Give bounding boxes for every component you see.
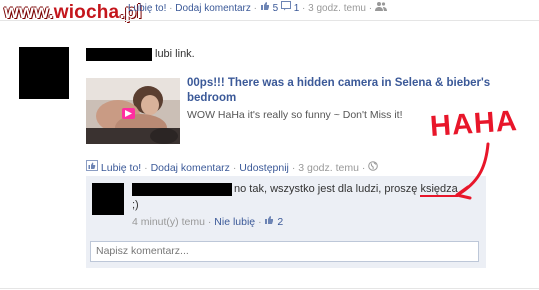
like-link[interactable]: Lubię to! bbox=[128, 3, 166, 14]
redacted-commenter-name[interactable] bbox=[132, 183, 232, 196]
comment-avatar[interactable] bbox=[92, 183, 124, 215]
like-box-icon bbox=[86, 160, 101, 174]
divider bbox=[0, 288, 539, 289]
comment-input[interactable]: Napisz komentarz... bbox=[90, 241, 479, 262]
comment-time[interactable]: 4 minut(y) temu bbox=[132, 216, 205, 228]
activity-text: lubi link. bbox=[155, 48, 195, 60]
annotation-haha: HAHA bbox=[428, 104, 519, 144]
comments-count[interactable]: 1 bbox=[294, 3, 300, 14]
avatar[interactable] bbox=[19, 47, 69, 99]
comment-text-line2: ;) bbox=[132, 199, 139, 211]
add-comment-button[interactable]: Dodaj komentarz bbox=[151, 162, 230, 174]
globe-icon bbox=[368, 161, 379, 174]
unlike-button[interactable]: Nie lubię bbox=[214, 216, 255, 228]
likes-count[interactable]: 5 bbox=[273, 3, 279, 14]
previous-post-footer: www.wiocha.pl Lubię to! · Dodaj komentar… bbox=[0, 0, 539, 23]
like-button[interactable]: Lubię to! bbox=[101, 162, 141, 174]
post-actions: Lubię to! · Dodaj komentarz · Udostępnij… bbox=[86, 160, 379, 174]
annotation-arrow bbox=[455, 142, 490, 200]
add-comment-link[interactable]: Dodaj komentarz bbox=[175, 3, 251, 14]
comment-meta: 4 minut(y) temu · Nie lubię · 2 bbox=[132, 216, 284, 228]
thumbs-up-icon bbox=[264, 216, 277, 228]
link-thumbnail[interactable] bbox=[86, 78, 180, 144]
audience-icon bbox=[374, 2, 387, 14]
post-time[interactable]: 3 godz. temu bbox=[298, 162, 359, 174]
comment-bubble-icon bbox=[280, 1, 294, 14]
redacted-user-name[interactable] bbox=[86, 48, 152, 61]
share-button[interactable]: Udostępnij bbox=[239, 162, 289, 174]
thumbs-up-icon bbox=[260, 2, 273, 14]
link-title[interactable]: 00ps!!! There was a hidden camera in Sel… bbox=[187, 76, 507, 106]
link-description: WOW HaHa it's really so funny ~ Don't Mi… bbox=[187, 109, 403, 121]
divider bbox=[0, 20, 539, 21]
post-time[interactable]: 3 godz. temu bbox=[308, 3, 366, 14]
comment-likes-count[interactable]: 2 bbox=[277, 216, 283, 228]
